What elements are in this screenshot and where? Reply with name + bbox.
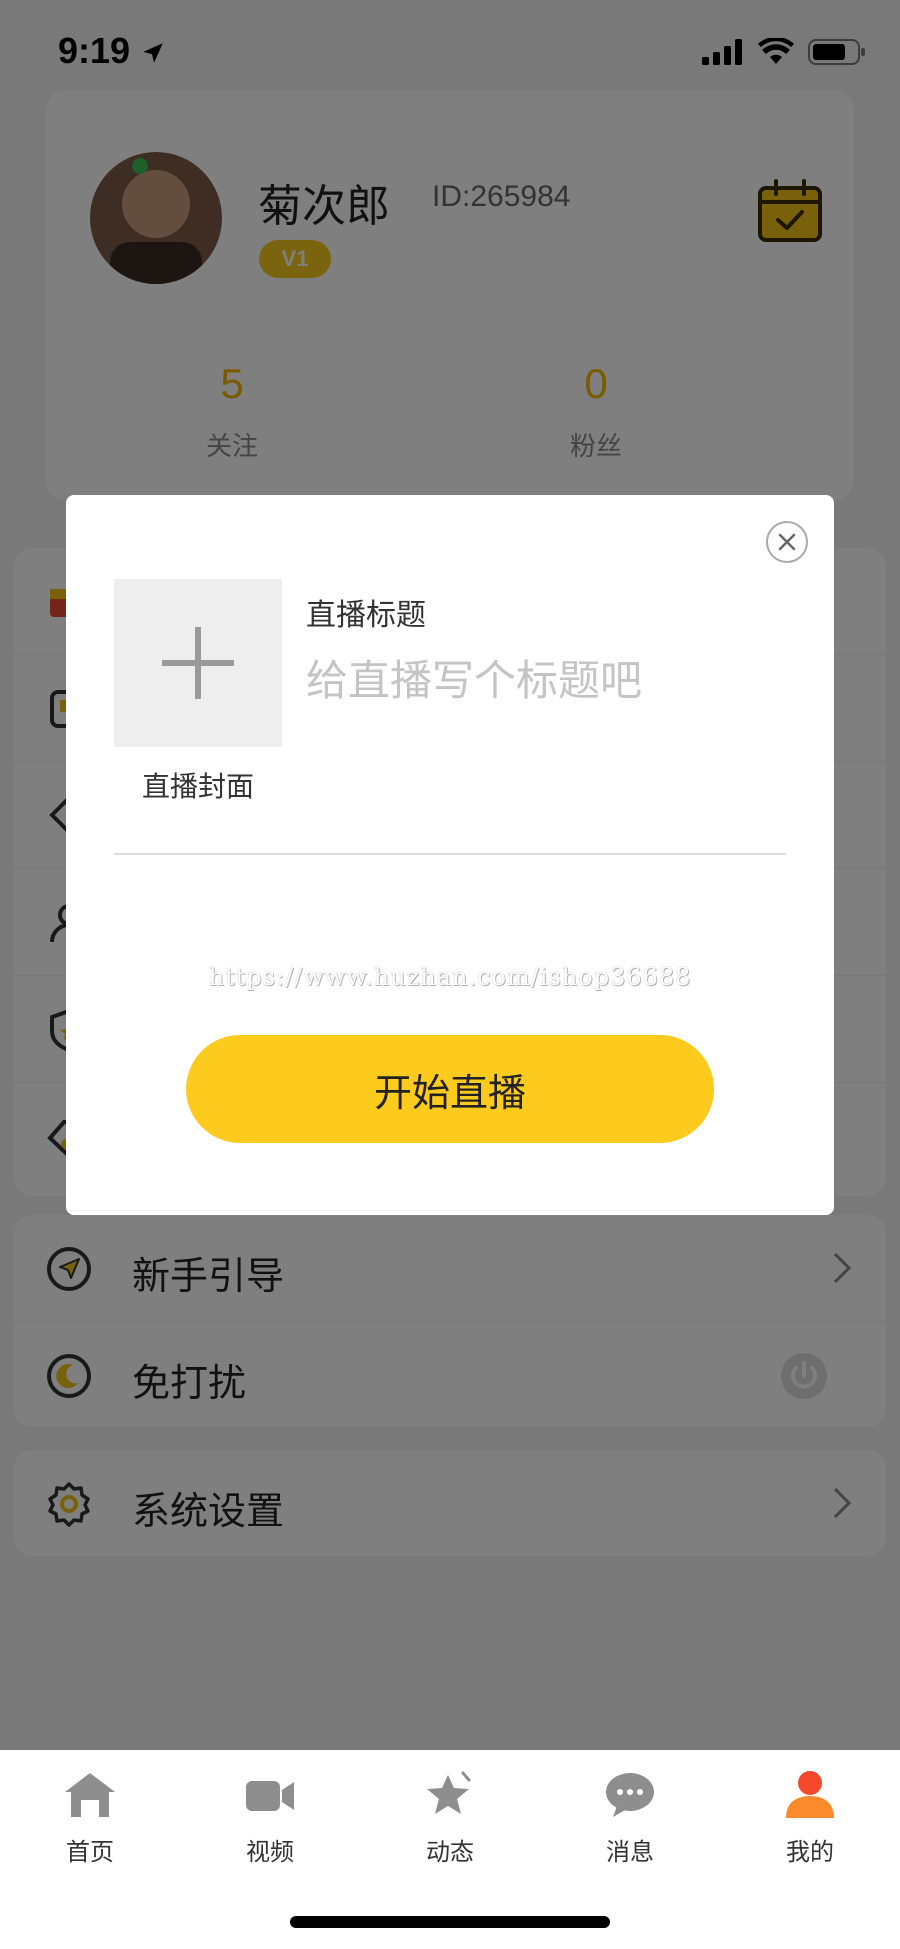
live-setup-dialog: 直播封面 直播标题 https://www.huzhan.com/ishop36… bbox=[66, 495, 834, 1215]
cover-upload-button[interactable] bbox=[114, 579, 282, 747]
close-icon bbox=[778, 533, 796, 551]
chat-bubble-icon bbox=[606, 1773, 654, 1817]
live-title-input[interactable] bbox=[306, 650, 776, 710]
tab-moments-label: 动态 bbox=[426, 1838, 474, 1866]
home-icon bbox=[65, 1773, 115, 1817]
title-label: 直播标题 bbox=[306, 598, 426, 633]
tab-video-label: 视频 bbox=[246, 1838, 294, 1866]
cover-label: 直播封面 bbox=[141, 770, 254, 803]
home-indicator bbox=[290, 1916, 610, 1928]
divider bbox=[114, 853, 786, 855]
tab-messages-label: 消息 bbox=[606, 1838, 654, 1866]
app-screen: 9:19 bbox=[0, 0, 900, 1949]
close-button[interactable] bbox=[766, 521, 808, 563]
tab-mine-label: 我的 bbox=[786, 1838, 834, 1866]
video-camera-icon bbox=[246, 1781, 294, 1811]
tab-home[interactable]: 首页 bbox=[0, 1750, 180, 1949]
tab-mine[interactable]: 我的 bbox=[720, 1750, 900, 1949]
watermark-text: https://www.huzhan.com/ishop36688 bbox=[208, 963, 692, 991]
tab-home-label: 首页 bbox=[66, 1838, 114, 1866]
plus-icon bbox=[162, 627, 234, 699]
star-icon bbox=[427, 1771, 471, 1814]
start-live-button[interactable]: 开始直播 bbox=[186, 1035, 714, 1143]
user-icon bbox=[786, 1771, 834, 1818]
